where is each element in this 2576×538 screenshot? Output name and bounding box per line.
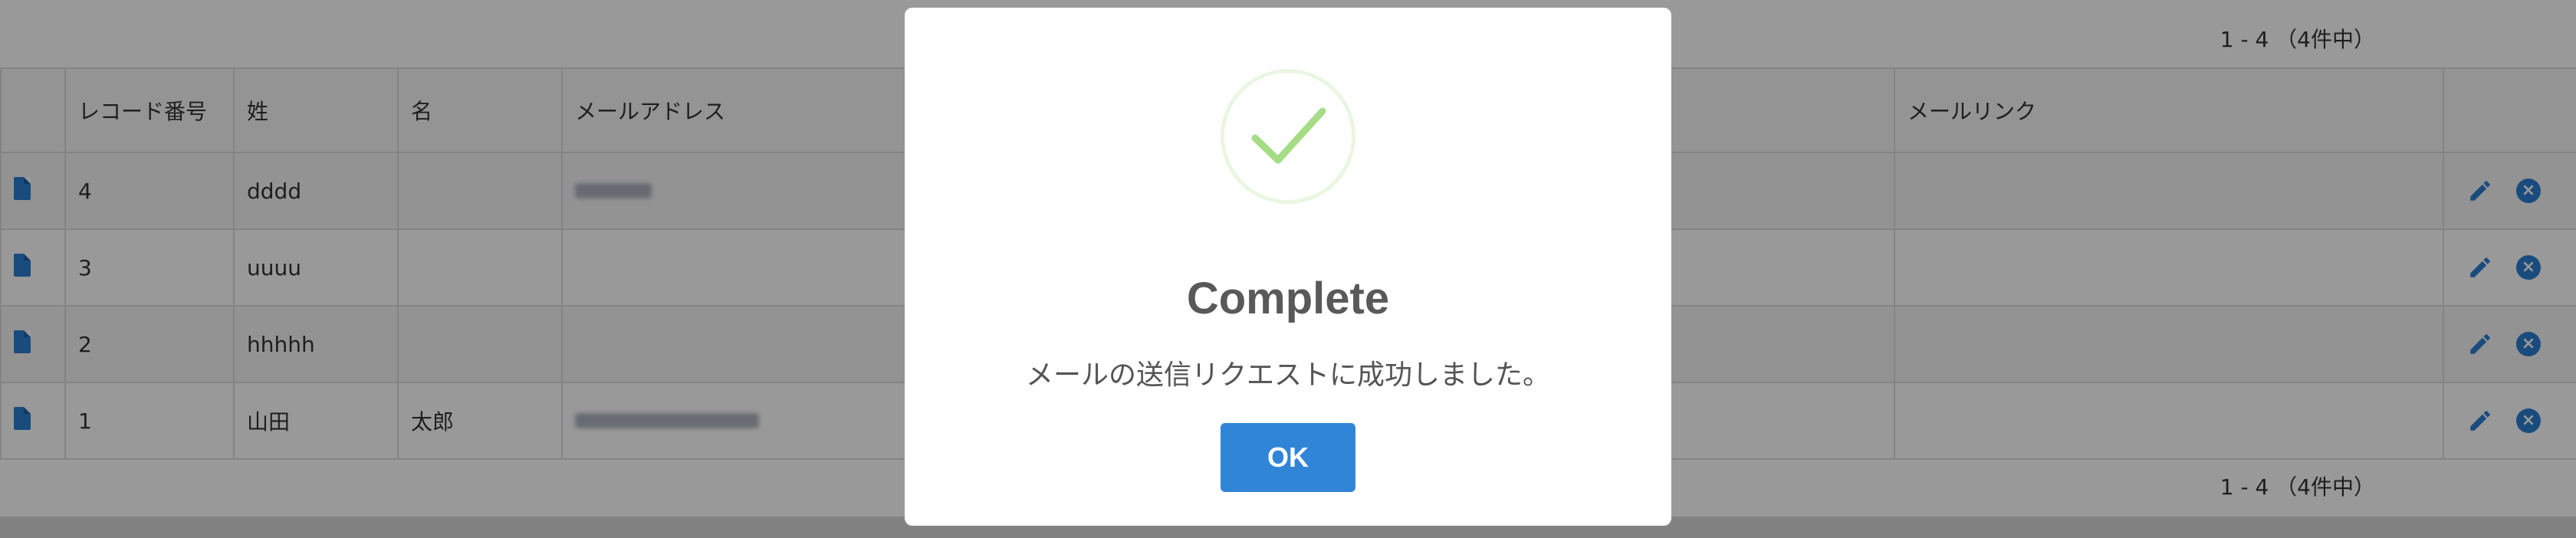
check-icon [1251, 107, 1326, 164]
dialog-title: Complete [1186, 274, 1390, 323]
success-check-circle [1221, 69, 1355, 204]
ok-button[interactable]: OK [1221, 423, 1355, 492]
success-dialog: Complete メールの送信リクエストに成功しました。 OK [905, 8, 1671, 526]
dialog-message: メールの送信リクエストに成功しました。 [1025, 359, 1550, 391]
